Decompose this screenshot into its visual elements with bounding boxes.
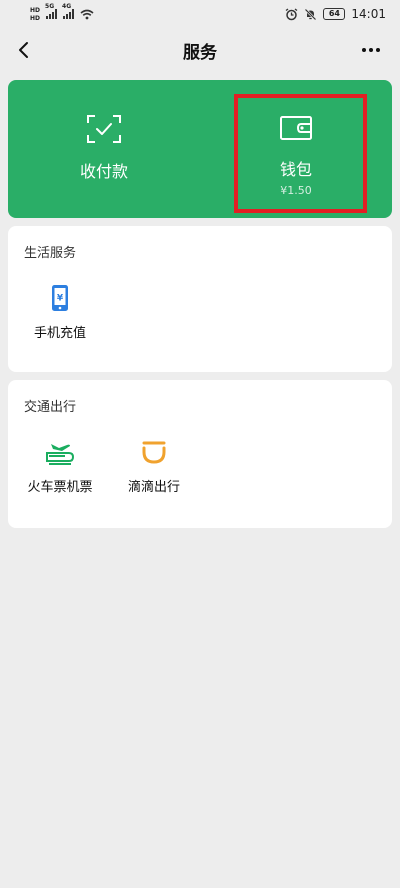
section-life-services: 生活服务 ¥ 手机充值 [8,226,392,372]
wifi-icon [80,9,94,19]
highlight-annotation-box [234,94,367,213]
signal-icon: 5G [45,3,58,19]
didi-icon [142,441,166,464]
signal-icon-2: 4G [62,3,75,19]
battery-icon: 64 [323,8,346,20]
more-button[interactable] [362,40,386,60]
hd-indicator: HD HD [30,7,40,22]
service-label: 火车票机票 [27,480,93,495]
pay-receive-label: 收付款 [79,162,128,181]
chevron-left-icon [19,42,28,58]
hd-label-top: HD [30,6,41,14]
scan-check-icon [87,115,121,143]
service-label: 滴滴出行 [127,480,180,495]
train-plane-icon [46,444,75,465]
svg-text:¥: ¥ [57,294,64,304]
phone-recharge-icon: ¥ [52,285,68,311]
service-label: 手机充值 [33,326,86,341]
service-didi[interactable]: 滴滴出行 [114,440,194,495]
page-title: 服务 [183,42,217,63]
pay-receive-button[interactable]: 收付款 [8,80,200,218]
network-type-label: 5G [45,3,55,10]
status-bar-left: HD HD 5G 4G [30,3,94,22]
dot [362,48,366,52]
hd-label-bottom: HD [30,14,41,22]
mute-bell-icon [304,8,317,20]
section-transport: 交通出行 火车票机票 滴滴出行 [8,380,392,528]
dot [376,48,380,52]
section-title: 生活服务 [24,246,77,261]
section-title: 交通出行 [24,400,77,415]
network-type-label-2: 4G [62,3,72,10]
status-time: 14:01 [351,7,386,21]
status-bar-right: 64 14:01 [285,7,386,21]
back-button[interactable] [12,36,40,64]
status-bar: HD HD 5G 4G 64 14:01 [0,0,400,28]
nav-bar: 服务 [0,28,400,72]
service-mobile-recharge[interactable]: ¥ 手机充值 [20,284,100,341]
dot [369,48,373,52]
alarm-icon [286,7,298,20]
service-train-plane-tickets[interactable]: 火车票机票 [20,440,100,495]
